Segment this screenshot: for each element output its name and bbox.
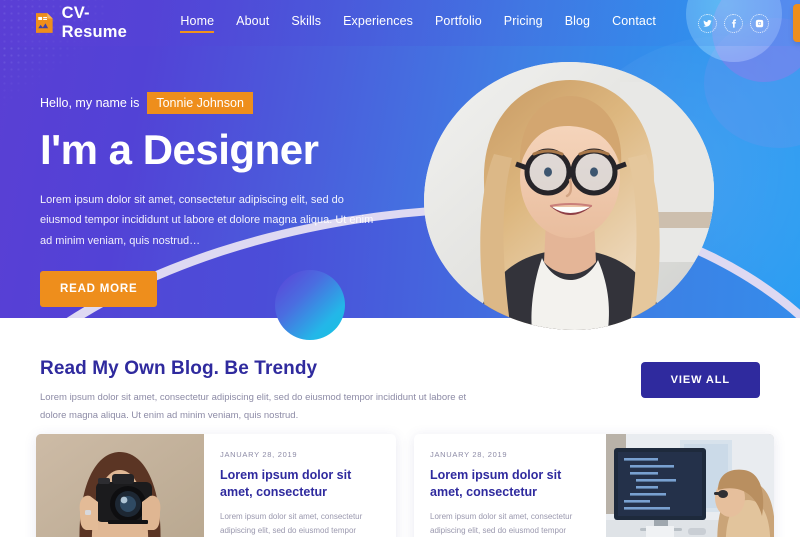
nav-link-skills[interactable]: Skills	[291, 14, 321, 32]
blog-heading: Read My Own Blog. Be Trendy	[40, 358, 318, 379]
blog-section-header: Read My Own Blog. Be Trendy Lorem ipsum …	[40, 358, 760, 424]
instagram-icon[interactable]	[749, 13, 769, 33]
blog-card[interactable]: JANUARY 28, 2019 Lorem ipsum dolor sit a…	[414, 434, 774, 537]
blog-header-text: Read My Own Blog. Be Trendy Lorem ipsum …	[40, 358, 470, 424]
hero-name-badge: Tonnie Johnson	[147, 92, 253, 114]
hero-bottom-mask	[0, 318, 800, 358]
hire-me-button[interactable]: Hire Me	[792, 4, 800, 42]
facebook-icon[interactable]	[723, 13, 743, 33]
blog-card-excerpt: Lorem ipsum dolor sit amet, consectetur …	[220, 511, 363, 535]
hero-greeting-row: Hello, my name is Tonnie Johnson	[40, 92, 380, 114]
social-links	[697, 13, 769, 33]
hero-greeting: Hello, my name is	[40, 96, 140, 110]
blog-card-image-photographer	[36, 434, 204, 537]
blog-card-excerpt: Lorem ipsum dolor sit amet, consectetur …	[430, 511, 573, 535]
brand-name: CV-Resume	[61, 4, 128, 41]
blog-subheading: Lorem ipsum dolor sit amet, consectetur …	[40, 392, 467, 421]
document-chart-icon	[36, 13, 53, 33]
nav-link-pricing[interactable]: Pricing	[504, 14, 543, 32]
blog-card-list: JANUARY 28, 2019 Lorem ipsum dolor sit a…	[36, 434, 774, 537]
blog-card-date: JANUARY 28, 2019	[220, 450, 298, 459]
blog-card-body: JANUARY 28, 2019 Lorem ipsum dolor sit a…	[204, 434, 396, 537]
brand-logo[interactable]: CV-Resume	[36, 4, 132, 42]
nav-link-blog[interactable]: Blog	[565, 14, 590, 32]
blog-card-title[interactable]: Lorem ipsum dolor sit amet, consectetur	[430, 467, 592, 501]
read-more-button[interactable]: READ MORE	[40, 271, 158, 308]
blog-card[interactable]: JANUARY 28, 2019 Lorem ipsum dolor sit a…	[36, 434, 396, 537]
blog-card-date: JANUARY 28, 2019	[430, 450, 508, 459]
nav-link-contact[interactable]: Contact	[612, 14, 656, 32]
blog-card-image-coder	[606, 434, 774, 537]
hero-title: I'm a Designer	[40, 126, 319, 173]
view-all-button[interactable]: VIEW ALL	[640, 362, 760, 398]
main-navbar: CV-Resume Home About Skills Experiences …	[0, 0, 800, 46]
nav-link-home[interactable]: Home	[180, 14, 214, 33]
twitter-icon[interactable]	[697, 13, 717, 33]
hero-portrait-image	[424, 62, 714, 330]
nav-link-about[interactable]: About	[236, 14, 269, 32]
nav-link-experiences[interactable]: Experiences	[343, 14, 413, 32]
hero-content: Hello, my name is Tonnie Johnson I'm a D…	[40, 92, 380, 308]
nav-links: Home About Skills Experiences Portfolio …	[180, 14, 656, 33]
blog-card-title[interactable]: Lorem ipsum dolor sit amet, consectetur	[220, 467, 382, 501]
blog-card-body: JANUARY 28, 2019 Lorem ipsum dolor sit a…	[414, 434, 606, 537]
landing-page: CV-Resume Home About Skills Experiences …	[0, 0, 800, 537]
nav-link-portfolio[interactable]: Portfolio	[435, 14, 482, 32]
hero-description: Lorem ipsum dolor sit amet, consectetur …	[40, 194, 374, 247]
